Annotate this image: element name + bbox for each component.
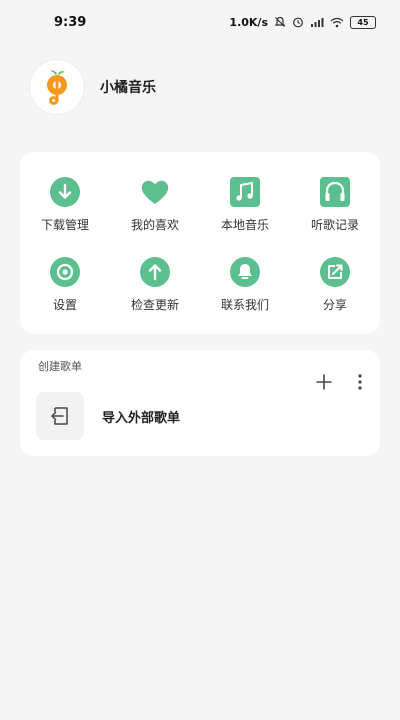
menu-item-contact[interactable]: 联系我们 [200,244,290,324]
more-vertical-icon[interactable] [350,370,370,394]
alarm-icon [293,17,303,28]
menu-item-label: 我的喜欢 [130,217,179,232]
heart-icon [141,180,169,204]
download-icon [50,176,80,207]
import-playlist-label: 导入外部歌单 [102,410,181,426]
contact-icon [230,256,260,287]
status-icons: 1.0K/s 45 [229,15,376,29]
settings-icon [50,256,80,287]
menu-item-label: 联系我们 [220,297,269,312]
playlist-section-title: 创建歌单 [38,360,82,373]
menu-item-history[interactable]: 听歌记录 [290,164,380,244]
menu-item-download[interactable]: 下载管理 [20,164,110,244]
update-icon [140,256,170,287]
menu-item-local-music[interactable]: 本地音乐 [200,164,290,244]
orange-music-logo [47,70,67,105]
plus-icon[interactable] [312,370,336,394]
battery-icon: 45 [350,15,376,29]
menu-item-label: 分享 [322,297,347,312]
profile-header[interactable]: 小橘音乐 [30,60,156,114]
import-icon [51,407,68,425]
mute-icon [274,16,286,27]
menu-item-label: 检查更新 [130,297,179,312]
menu-item-label: 下载管理 [40,217,89,232]
avatar[interactable] [30,60,84,114]
status-bar: 9:39 1.0K/s 45 [0,0,400,44]
import-playlist-row[interactable]: 导入外部歌单 [36,392,180,440]
menu-item-label: 设置 [52,297,77,312]
menu-item-label: 听歌记录 [310,217,359,232]
network-speed: 1.0K/s [229,15,268,29]
menu-item-label: 本地音乐 [220,217,269,232]
share-icon [320,256,350,287]
playlist-card: 创建歌单 导入外部歌单 [20,350,380,456]
music-note-icon [230,176,260,207]
menu-grid: 下载管理 我的喜欢 本地音乐 听歌记录 设置 检查更新 联系我们 分享 [20,152,380,334]
menu-item-favorites[interactable]: 我的喜欢 [110,164,200,244]
app-name: 小橘音乐 [100,80,156,96]
menu-item-share[interactable]: 分享 [290,244,380,324]
headphones-icon [320,176,350,207]
status-time: 9:39 [54,14,87,30]
wifi-icon [330,17,344,27]
import-icon-box [36,392,84,440]
menu-item-settings[interactable]: 设置 [20,244,110,324]
signal-icon [311,17,324,27]
menu-item-update[interactable]: 检查更新 [110,244,200,324]
